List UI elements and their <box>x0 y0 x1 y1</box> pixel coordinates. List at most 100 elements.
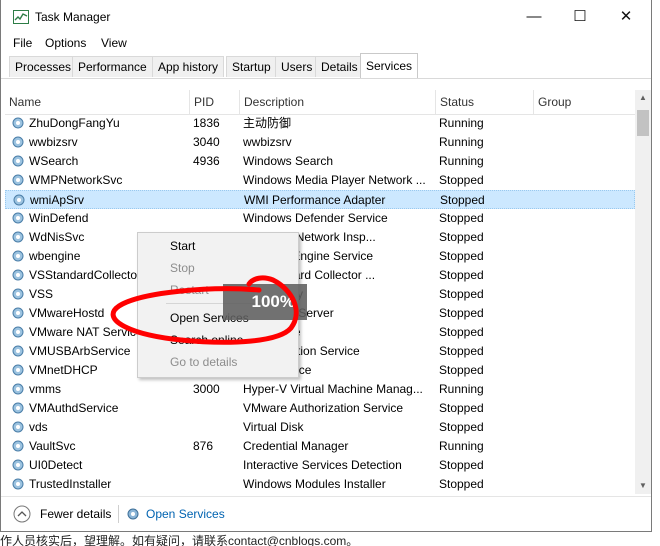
tab-users[interactable]: Users <box>275 56 319 77</box>
cell-name: VaultSvc <box>29 439 76 453</box>
progress-overlay: 100% <box>223 284 307 320</box>
maximize-button[interactable]: ☐ <box>557 4 603 30</box>
footer-bar: Fewer details Open Services <box>1 496 651 531</box>
menu-bar: File Options View <box>1 34 651 54</box>
service-gear-icon <box>12 307 24 319</box>
context-menu-go-to-details: Go to details <box>170 355 238 369</box>
cell-status: Stopped <box>439 477 484 491</box>
table-row[interactable]: VMware NAT ServiceAT ServiceStopped <box>5 323 635 342</box>
service-gear-icon <box>12 250 24 262</box>
cell-status: Stopped <box>439 344 484 358</box>
service-gear-icon <box>12 212 24 224</box>
service-gear-icon <box>12 288 24 300</box>
cell-status: Stopped <box>439 363 484 377</box>
chevron-up-icon <box>13 505 31 523</box>
column-status[interactable]: Status <box>435 90 533 114</box>
title-bar[interactable]: Task Manager — ☐ ✕ <box>1 0 651 34</box>
footer-divider <box>118 505 119 523</box>
scrollbar-thumb[interactable] <box>637 110 649 136</box>
tab-startup[interactable]: Startup <box>226 56 277 77</box>
table-row[interactable]: VMnetDHCPHCP ServiceStopped <box>5 361 635 380</box>
vertical-scrollbar[interactable]: ▲ ▼ <box>635 90 651 494</box>
tab-services[interactable]: Services <box>360 53 419 78</box>
table-row[interactable]: ZhuDongFangYu 1836 主动防御 Running <box>5 114 635 133</box>
cell-status: Stopped <box>439 173 484 187</box>
close-button[interactable]: ✕ <box>603 4 649 30</box>
service-gear-icon <box>12 383 24 395</box>
column-group[interactable]: Group <box>533 90 635 114</box>
table-row[interactable]: WinDefend Windows Defender Service Stopped <box>5 209 635 228</box>
cell-description: Windows Search <box>243 154 334 168</box>
cell-status: Stopped <box>439 458 484 472</box>
column-name[interactable]: Name <box>5 90 189 114</box>
table-row[interactable]: wmiApSrv WMI Performance Adapter Stopped <box>5 190 635 209</box>
cell-pid <box>193 399 237 418</box>
cell-status: Stopped <box>439 287 484 301</box>
cell-description: Hyper-V Virtual Machine Manag... <box>243 382 423 396</box>
service-gear-icon <box>12 459 24 471</box>
table-row[interactable]: WSearch 4936 Windows Search Running <box>5 152 635 171</box>
service-gear-icon <box>12 402 24 414</box>
cell-pid: 3040 <box>193 135 220 149</box>
open-services-label: Open Services <box>146 507 225 521</box>
minimize-button[interactable]: — <box>511 4 557 30</box>
tab-performance[interactable]: Performance <box>72 56 153 77</box>
cell-name: ZhuDongFangYu <box>29 116 120 130</box>
table-row[interactable]: TrustedInstaller Windows Modules Installe… <box>5 475 635 494</box>
scroll-up-icon[interactable]: ▲ <box>635 90 651 106</box>
column-pid[interactable]: PID <box>189 90 239 114</box>
table-row[interactable]: wwbizsrv 3040 wwbizsrv Running <box>5 133 635 152</box>
fewer-details-label: Fewer details <box>40 507 112 521</box>
table-row[interactable]: UI0Detect Interactive Services Detection S… <box>5 456 635 475</box>
cell-pid <box>193 171 237 190</box>
context-menu-start[interactable]: Start <box>170 239 195 253</box>
service-gear-icon <box>12 326 24 338</box>
context-menu-stop: Stop <box>170 261 195 275</box>
cell-description: Credential Manager <box>243 439 349 453</box>
task-manager-window: Task Manager — ☐ ✕ File Options View Pro… <box>0 0 652 532</box>
tab-details[interactable]: Details <box>315 56 364 77</box>
cell-pid <box>193 456 237 475</box>
menu-view[interactable]: View <box>101 36 127 50</box>
cell-pid: 1836 <box>193 116 220 130</box>
service-gear-icon <box>12 345 24 357</box>
table-header: Name PID Description Status Group ^ <box>5 90 635 115</box>
service-gear-icon <box>12 421 24 433</box>
cell-description: wwbizsrv <box>243 135 292 149</box>
service-gear-icon <box>12 364 24 376</box>
tab-app-history[interactable]: App history <box>152 56 225 77</box>
scroll-down-icon[interactable]: ▼ <box>635 478 651 494</box>
cell-name: UI0Detect <box>29 458 83 472</box>
table-row[interactable]: vds Virtual Disk Stopped <box>5 418 635 437</box>
table-row[interactable]: VMwareHostdorkstation ServerStopped <box>5 304 635 323</box>
service-gear-icon <box>13 194 25 206</box>
menu-file[interactable]: File <box>13 36 32 50</box>
table-row[interactable]: wbengine l Backup Engine Service Stopped <box>5 247 635 266</box>
tab-processes[interactable]: Processes <box>9 56 78 77</box>
table-row[interactable]: VMAuthdService VMware Authorization Servi… <box>5 399 635 418</box>
cell-status: Stopped <box>439 268 484 282</box>
sort-arrow-icon: ^ <box>579 90 584 95</box>
table-row[interactable]: vmms 3000 Hyper-V Virtual Machine Manag...… <box>5 380 635 399</box>
cell-status: Stopped <box>439 249 484 263</box>
cell-status: Stopped <box>439 230 484 244</box>
table-row[interactable]: WdNisSvc Defender Network Insp... Stopped <box>5 228 635 247</box>
context-menu-search-online[interactable]: Search online <box>170 333 243 347</box>
menu-options[interactable]: Options <box>45 36 86 50</box>
cell-description: Windows Media Player Network ... <box>243 173 426 187</box>
service-gear-icon <box>12 478 24 490</box>
table-row[interactable]: VMUSBArbService SB Arbitration Service Sto… <box>5 342 635 361</box>
column-description[interactable]: Description <box>239 90 435 114</box>
table-row[interactable]: VaultSvc 876 Credential Manager Running <box>5 437 635 456</box>
cell-name: WSearch <box>29 154 79 168</box>
cell-pid <box>193 209 237 228</box>
cell-status: Running <box>439 382 484 396</box>
table-row[interactable]: WMPNetworkSvc Windows Media Player Networ… <box>5 171 635 190</box>
cell-status: Stopped <box>439 306 484 320</box>
cell-pid <box>194 191 238 210</box>
table-row[interactable]: VSSadow CopyStopped <box>5 285 635 304</box>
table-row[interactable]: VSStandardCollector dio Standard Collecto… <box>5 266 635 285</box>
cell-pid: 4936 <box>193 154 220 168</box>
cell-name: VMAuthdService <box>29 401 119 415</box>
cell-name: TrustedInstaller <box>29 477 112 491</box>
